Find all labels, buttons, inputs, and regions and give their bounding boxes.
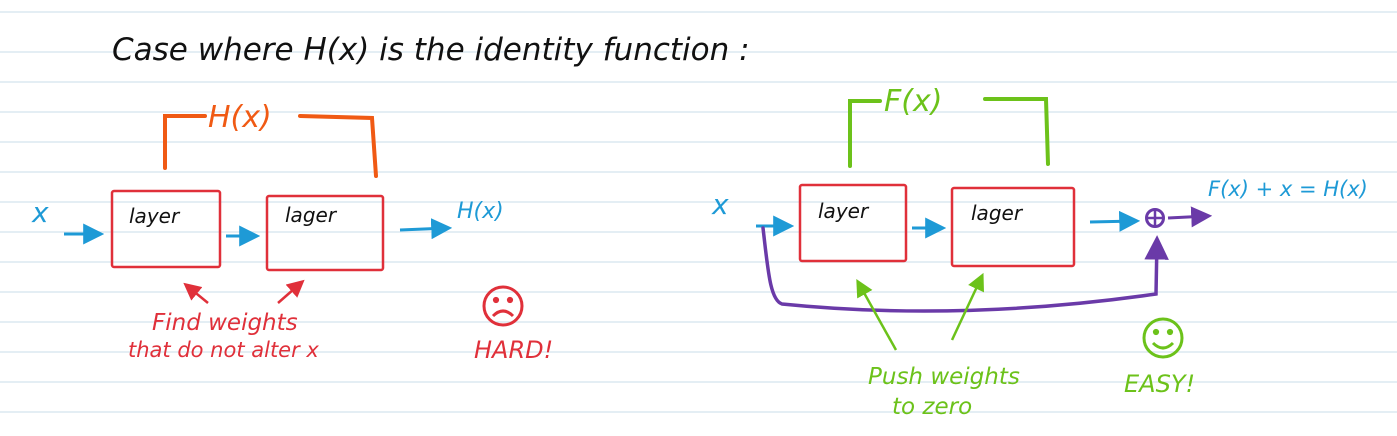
- output-label: F(x) + x = H(x): [1208, 177, 1368, 201]
- output-arrow: [399, 218, 453, 240]
- verdict-easy: EASY!: [1124, 370, 1195, 398]
- input-x-label: x: [711, 188, 729, 221]
- note-line-1: Find weights: [152, 310, 298, 336]
- note-arrow-1: [183, 282, 209, 304]
- verdict-hard: HARD!: [474, 336, 553, 364]
- plus-circle-icon: [1145, 208, 1165, 228]
- layer-box-2: [950, 186, 1076, 268]
- layer-2-label: lager: [285, 203, 338, 227]
- layer-2-label: lager: [971, 201, 1024, 225]
- note-arrow-2: [950, 272, 984, 341]
- note-line-1: Push weights: [868, 364, 1020, 390]
- input-x-label: x: [31, 196, 49, 229]
- page-title: Case where H(x) is the identity function…: [112, 32, 750, 68]
- skip-connection: [761, 226, 1169, 313]
- f-bracket: [848, 97, 1050, 168]
- f-bracket-label: F(x): [884, 84, 942, 119]
- layer-1-label: layer: [818, 199, 870, 223]
- residual-diagram: Case where H(x) is the identity function…: [0, 11, 1397, 420]
- sad-face-icon: [482, 285, 524, 327]
- output-label: H(x): [457, 199, 504, 224]
- residual-network: F(x) x layer lager F(x) + x = H(x) Push …: [711, 84, 1368, 420]
- output-arrow: [1167, 206, 1213, 228]
- diagram-canvas: Case where H(x) is the identity function…: [0, 0, 1397, 436]
- layer-box-1: [798, 183, 908, 263]
- note-line-2: that do not alter x: [128, 338, 319, 362]
- h-bracket-label: H(x): [208, 100, 272, 135]
- layer-1-label: layer: [129, 204, 181, 228]
- to-sum-arrow: [1089, 210, 1141, 232]
- note-line-2: to zero: [892, 394, 972, 420]
